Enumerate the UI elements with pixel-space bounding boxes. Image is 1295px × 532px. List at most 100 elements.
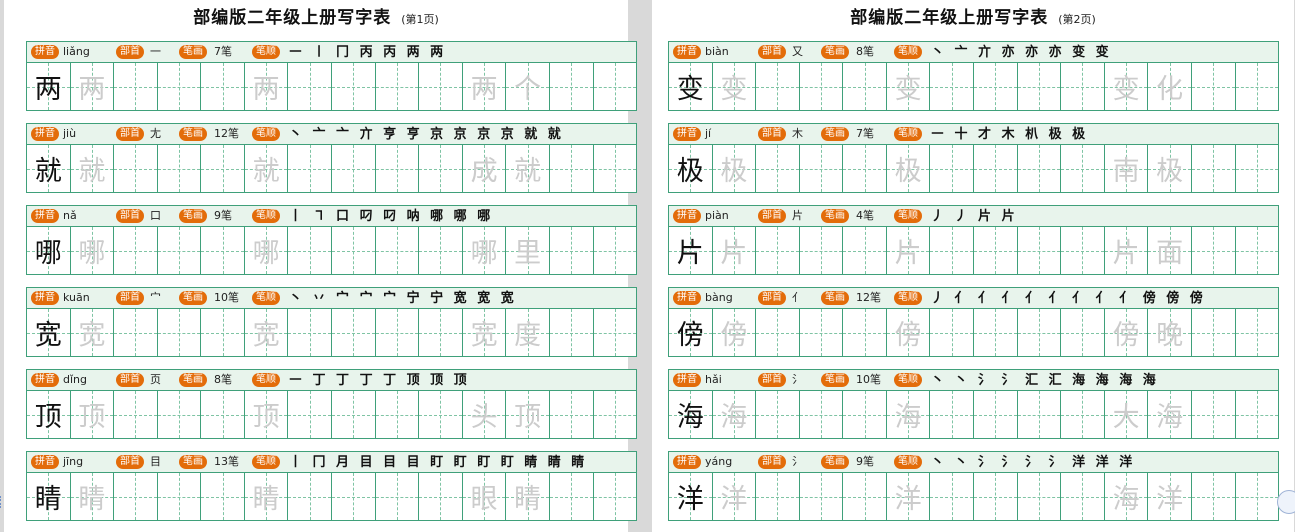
blank-writing-cell[interactable] [114,391,158,438]
word-trace-cell[interactable]: 头 [462,391,507,438]
blank-writing-cell[interactable] [1235,145,1279,192]
trace-character-cell[interactable]: 睛 [70,473,115,520]
word-trace-cell[interactable]: 眼 [462,473,507,520]
blank-writing-cell[interactable] [756,145,800,192]
trace-character-cell[interactable]: 片 [712,227,757,274]
blank-writing-cell[interactable] [419,309,463,356]
blank-writing-cell[interactable] [1017,145,1062,192]
blank-writing-cell[interactable] [549,63,594,110]
blank-writing-cell[interactable] [201,391,245,438]
blank-writing-cell[interactable] [1061,145,1105,192]
blank-writing-cell[interactable] [593,227,637,274]
blank-writing-cell[interactable] [332,391,376,438]
blank-writing-cell[interactable] [799,63,844,110]
blank-writing-cell[interactable] [157,63,202,110]
blank-writing-cell[interactable] [1191,145,1236,192]
trace-character-cell[interactable]: 极 [712,145,757,192]
word-trace-cell[interactable]: 宽 [462,309,507,356]
blank-writing-cell[interactable] [332,145,376,192]
blank-writing-cell[interactable] [1061,63,1105,110]
word-trace-cell[interactable]: 晚 [1148,309,1192,356]
word-trace-cell[interactable]: 南 [1104,145,1149,192]
blank-writing-cell[interactable] [375,391,420,438]
blank-writing-cell[interactable] [157,227,202,274]
blank-writing-cell[interactable] [974,145,1018,192]
blank-writing-cell[interactable] [375,145,420,192]
blank-writing-cell[interactable] [1017,473,1062,520]
blank-writing-cell[interactable] [288,145,333,192]
word-trace-cell[interactable]: 海 [1104,473,1149,520]
word-trace-cell[interactable]: 洋 [1148,473,1192,520]
blank-writing-cell[interactable] [1235,63,1279,110]
word-trace-cell[interactable]: 顶 [506,391,550,438]
trace-character-cell[interactable]: 傍 [712,309,757,356]
blank-writing-cell[interactable] [419,391,463,438]
blank-writing-cell[interactable] [930,309,975,356]
blank-writing-cell[interactable] [1235,227,1279,274]
trace-character-cell[interactable]: 变 [712,63,757,110]
blank-writing-cell[interactable] [332,309,376,356]
trace-character-cell[interactable]: 就 [244,145,289,192]
blank-writing-cell[interactable] [288,227,333,274]
trace-character-cell[interactable]: 顶 [244,391,289,438]
word-trace-cell[interactable]: 面 [1148,227,1192,274]
blank-writing-cell[interactable] [1191,309,1236,356]
trace-character-cell[interactable]: 两 [244,63,289,110]
blank-writing-cell[interactable] [843,63,887,110]
trace-character-cell[interactable]: 两 [70,63,115,110]
word-trace-cell[interactable]: 化 [1148,63,1192,110]
word-trace-cell[interactable]: 极 [1148,145,1192,192]
blank-writing-cell[interactable] [419,145,463,192]
blank-writing-cell[interactable] [843,227,887,274]
blank-writing-cell[interactable] [1191,227,1236,274]
blank-writing-cell[interactable] [843,473,887,520]
trace-character-cell[interactable]: 片 [886,227,931,274]
word-trace-cell[interactable]: 大 [1104,391,1149,438]
blank-writing-cell[interactable] [756,63,800,110]
blank-writing-cell[interactable] [756,391,800,438]
blank-writing-cell[interactable] [332,473,376,520]
blank-writing-cell[interactable] [930,145,975,192]
trace-character-cell[interactable]: 洋 [712,473,757,520]
blank-writing-cell[interactable] [1061,227,1105,274]
blank-writing-cell[interactable] [114,63,158,110]
blank-writing-cell[interactable] [419,227,463,274]
drag-handle-icon[interactable] [0,496,5,508]
blank-writing-cell[interactable] [1061,309,1105,356]
blank-writing-cell[interactable] [799,227,844,274]
word-trace-cell[interactable]: 片 [1104,227,1149,274]
blank-writing-cell[interactable] [1191,391,1236,438]
blank-writing-cell[interactable] [843,309,887,356]
blank-writing-cell[interactable] [1061,473,1105,520]
blank-writing-cell[interactable] [1017,391,1062,438]
blank-writing-cell[interactable] [114,473,158,520]
blank-writing-cell[interactable] [201,63,245,110]
blank-writing-cell[interactable] [974,309,1018,356]
blank-writing-cell[interactable] [1017,309,1062,356]
trace-character-cell[interactable]: 宽 [244,309,289,356]
blank-writing-cell[interactable] [1191,63,1236,110]
blank-writing-cell[interactable] [201,145,245,192]
word-trace-cell[interactable]: 哪 [462,227,507,274]
blank-writing-cell[interactable] [1061,391,1105,438]
trace-character-cell[interactable]: 洋 [886,473,931,520]
blank-writing-cell[interactable] [930,391,975,438]
blank-writing-cell[interactable] [288,473,333,520]
blank-writing-cell[interactable] [157,473,202,520]
trace-character-cell[interactable]: 宽 [70,309,115,356]
word-trace-cell[interactable]: 变 [1104,63,1149,110]
blank-writing-cell[interactable] [799,145,844,192]
word-trace-cell[interactable]: 个 [506,63,550,110]
blank-writing-cell[interactable] [332,227,376,274]
blank-writing-cell[interactable] [549,309,594,356]
blank-writing-cell[interactable] [157,145,202,192]
trace-character-cell[interactable]: 哪 [244,227,289,274]
blank-writing-cell[interactable] [1235,473,1279,520]
blank-writing-cell[interactable] [375,473,420,520]
blank-writing-cell[interactable] [799,473,844,520]
blank-writing-cell[interactable] [799,391,844,438]
blank-writing-cell[interactable] [974,473,1018,520]
blank-writing-cell[interactable] [419,473,463,520]
blank-writing-cell[interactable] [288,391,333,438]
blank-writing-cell[interactable] [201,309,245,356]
